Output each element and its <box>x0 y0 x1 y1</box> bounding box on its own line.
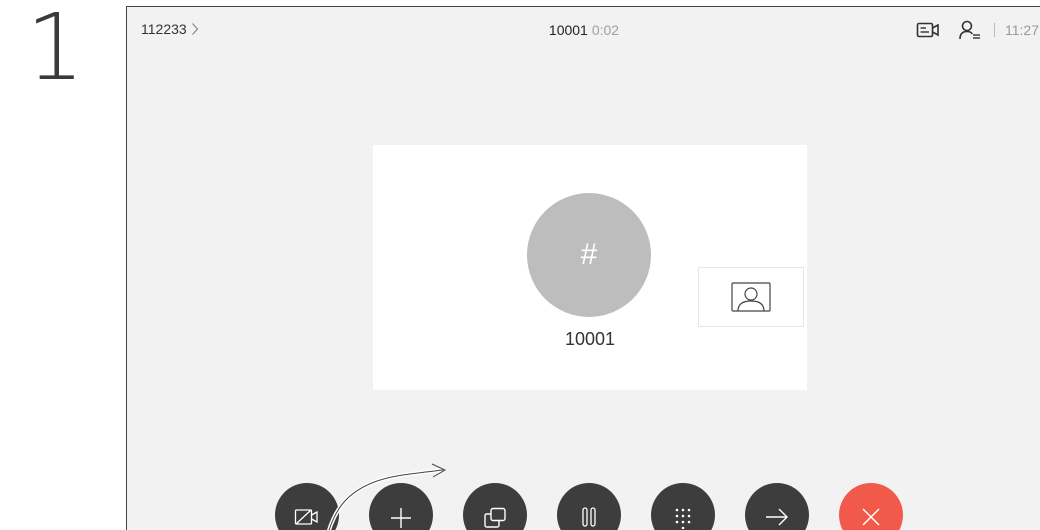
step-number: 1 <box>26 0 85 101</box>
camera-off-icon <box>294 509 318 525</box>
callee-name: 10001 <box>564 329 616 349</box>
call-card: # 10001 <box>373 145 807 390</box>
hold-button[interactable] <box>557 483 621 530</box>
topbar-divider <box>994 23 995 37</box>
person-icon <box>731 282 771 312</box>
transfer-button[interactable] <box>745 483 809 530</box>
selfview-thumbnail[interactable] <box>698 267 804 327</box>
call-status-callee: 10001 <box>548 22 588 38</box>
top-bar: 112233 10001 0:02 11:27 <box>127 7 1040 55</box>
share-screen-icon <box>484 507 506 528</box>
plus-icon <box>391 508 411 528</box>
arrow-right-icon <box>766 508 788 526</box>
call-controls <box>275 483 915 530</box>
keypad-button[interactable] <box>651 483 715 530</box>
call-duration: 0:02 <box>591 22 620 38</box>
call-status: 10001 0:02 <box>127 22 1040 38</box>
device-screen: 112233 10001 0:02 11:27 # 10001 <box>126 6 1040 530</box>
share-button[interactable] <box>463 483 527 530</box>
participants-icon[interactable] <box>956 17 984 43</box>
clock: 11:27 <box>1005 22 1039 38</box>
close-icon <box>862 508 880 526</box>
avatar: # <box>527 193 651 317</box>
video-camera-icon[interactable] <box>914 17 942 43</box>
keypad-icon <box>675 508 691 529</box>
pause-icon <box>582 507 596 527</box>
add-participant-button[interactable] <box>369 483 433 530</box>
camera-off-button[interactable] <box>275 483 339 530</box>
end-call-button[interactable] <box>839 483 903 530</box>
topbar-right: 11:27 <box>914 17 1040 43</box>
